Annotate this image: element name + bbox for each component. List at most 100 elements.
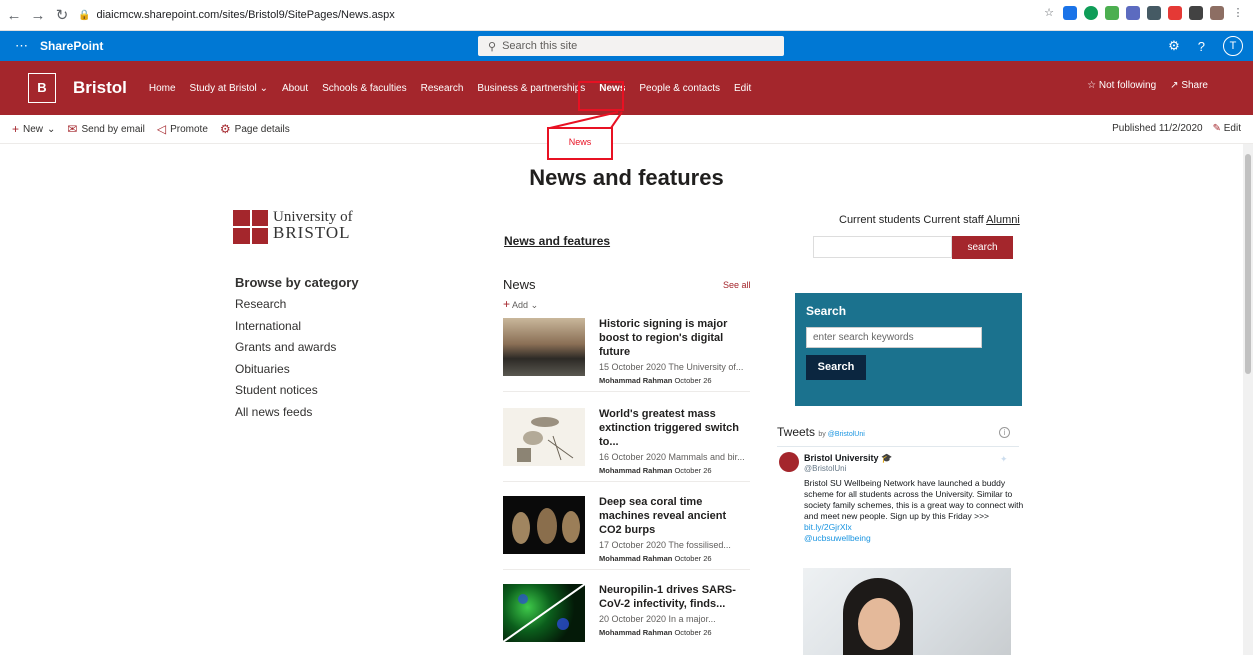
megaphone-icon: ◁ <box>156 122 167 136</box>
category-link[interactable]: All news feeds <box>235 405 336 427</box>
add-news-button[interactable]: + Add ⌄ <box>503 297 538 311</box>
news-item[interactable]: Deep sea coral time machines reveal anci… <box>503 492 750 570</box>
site-name[interactable]: Bristol <box>73 78 127 98</box>
tweets-divider <box>777 446 1019 447</box>
category-link[interactable]: Student notices <box>235 383 336 405</box>
tweets-heading: Tweets by @BristolUni <box>777 425 865 439</box>
extension-icon[interactable] <box>1147 6 1161 20</box>
nav-people-contacts[interactable]: People & contacts <box>639 83 720 94</box>
tweet-author-handle[interactable]: @BristolUni <box>804 464 846 473</box>
app-launcher-icon[interactable]: ⋯ <box>6 38 36 54</box>
nav-home[interactable]: Home <box>149 83 176 94</box>
forward-icon[interactable]: → <box>28 7 48 24</box>
plus-icon: + <box>503 297 511 311</box>
twitter-bird-icon[interactable]: ✦ <box>1000 454 1008 465</box>
category-link[interactable]: Research <box>235 297 336 319</box>
url-text: diaicmcw.sharepoint.com/sites/Bristol9/S… <box>96 9 395 21</box>
news-body: Historic signing is major boost to regio… <box>599 317 750 385</box>
plus-icon: + <box>12 122 20 136</box>
back-icon[interactable]: ← <box>4 7 24 24</box>
follow-button[interactable]: ☆ Not following <box>1087 80 1156 91</box>
tweet-photo[interactable] <box>803 568 1011 655</box>
tweet-author-name[interactable]: Bristol University 🎓 <box>804 453 892 464</box>
nav-about[interactable]: About <box>282 83 308 94</box>
tweets-handle-link[interactable]: @BristolUni <box>828 431 865 438</box>
edit-page-button[interactable]: ✎ Edit <box>1213 123 1241 134</box>
category-link[interactable]: International <box>235 319 336 341</box>
user-avatar[interactable]: T <box>1223 36 1243 56</box>
tweet-name-text: Bristol University <box>804 453 879 463</box>
share-button[interactable]: ↗ Share <box>1170 80 1208 91</box>
nav-study-at-bristol[interactable]: Study at Bristol ⌄ <box>190 83 268 94</box>
news-author: Mohammad Rahman October 26 <box>599 554 750 563</box>
news-date: October 26 <box>674 554 712 563</box>
extension-icon[interactable] <box>1063 6 1077 20</box>
news-features-link[interactable]: News and features <box>504 234 610 248</box>
audience-students-link[interactable]: Current students <box>839 214 920 226</box>
news-title[interactable]: World's greatest mass extinction trigger… <box>599 407 750 449</box>
news-date: October 26 <box>674 628 712 637</box>
page-details-button[interactable]: ⚙ Page details <box>220 122 290 136</box>
author-name: Mohammad Rahman <box>599 466 673 475</box>
coral-photo-icon <box>512 508 580 544</box>
keyword-search-input[interactable]: enter search keywords <box>806 327 982 348</box>
news-item[interactable]: World's greatest mass extinction trigger… <box>503 404 750 482</box>
news-title[interactable]: Historic signing is major boost to regio… <box>599 317 750 359</box>
news-title[interactable]: Neuropilin-1 drives SARS-CoV-2 infectivi… <box>599 583 750 611</box>
new-button[interactable]: + New ⌄ <box>12 122 55 136</box>
site-navigation: Home Study at Bristol ⌄ About Schools & … <box>149 83 765 94</box>
bookmark-star-icon[interactable]: ☆ <box>1042 6 1056 20</box>
news-item[interactable]: Neuropilin-1 drives SARS-CoV-2 infectivi… <box>503 580 750 655</box>
promote-button[interactable]: ◁ Promote <box>157 122 208 136</box>
news-date: October 26 <box>674 376 712 385</box>
tweet-link[interactable]: bit.ly/2GjrXlx <box>804 522 852 532</box>
share-label: Share <box>1181 80 1208 91</box>
send-by-email-button[interactable]: ✉ Send by email <box>67 122 144 136</box>
keyword-search-button[interactable]: Search <box>806 355 866 380</box>
search-placeholder: Search this site <box>502 40 578 52</box>
extension-icon[interactable] <box>1084 6 1098 20</box>
chevron-down-icon: ⌄ <box>530 300 539 310</box>
scrollbar-thumb[interactable] <box>1245 154 1251 374</box>
app-name[interactable]: SharePoint <box>40 39 103 53</box>
news-body: Deep sea coral time machines reveal anci… <box>599 495 750 563</box>
puzzle-icon[interactable] <box>1189 6 1203 20</box>
nav-business-partnerships[interactable]: Business & partnerships <box>477 83 585 94</box>
address-bar[interactable]: 🔒 diaicmcw.sharepoint.com/sites/Bristol9… <box>78 4 1088 26</box>
tweet-text: Bristol SU Wellbeing Network have launch… <box>804 478 1026 544</box>
category-link[interactable]: Obituaries <box>235 362 336 384</box>
menu-dots-icon[interactable]: ⋮ <box>1231 6 1245 20</box>
chevron-down-icon: ⌄ <box>47 123 56 135</box>
browse-category-heading: Browse by category <box>235 275 359 290</box>
extension-icon[interactable] <box>1105 6 1119 20</box>
extension-icon[interactable] <box>1126 6 1140 20</box>
tweet-author-avatar[interactable] <box>779 452 799 472</box>
info-icon[interactable]: i <box>999 427 1010 438</box>
audience-staff-link[interactable]: Current staff <box>923 214 983 226</box>
audience-alumni-link[interactable]: Alumni <box>986 214 1020 226</box>
tweet-mention-link[interactable]: @ucbsuwellbeing <box>804 533 871 543</box>
crest-icon <box>233 210 268 244</box>
site-logo[interactable]: B <box>28 73 56 103</box>
see-all-link[interactable]: See all <box>723 280 751 290</box>
extension-icon[interactable] <box>1168 6 1182 20</box>
category-link[interactable]: Grants and awards <box>235 340 336 362</box>
help-icon[interactable]: ? <box>1198 39 1205 54</box>
site-search-box[interactable]: ⚲ Search this site <box>478 36 784 56</box>
follow-label: Not following <box>1098 80 1157 91</box>
site-header-actions: ☆ Not following ↗ Share <box>1087 80 1208 91</box>
settings-gear-icon[interactable]: ⚙ <box>1168 38 1180 54</box>
nav-edit[interactable]: Edit <box>734 83 751 94</box>
profile-icon[interactable] <box>1210 6 1224 20</box>
nav-schools-faculties[interactable]: Schools & faculties <box>322 83 407 94</box>
uob-search-input[interactable] <box>813 236 952 258</box>
news-title[interactable]: Deep sea coral time machines reveal anci… <box>599 495 750 537</box>
nav-research[interactable]: Research <box>421 83 464 94</box>
news-item[interactable]: Historic signing is major boost to regio… <box>503 314 750 392</box>
reload-icon[interactable]: ↻ <box>52 6 72 24</box>
news-snippet: 16 October 2020 Mammals and bir... <box>599 452 745 462</box>
page-scrollbar[interactable] <box>1243 144 1253 655</box>
uob-search-button[interactable]: search <box>952 236 1013 259</box>
university-logo[interactable]: University of BRISTOL <box>233 210 353 244</box>
search-panel: Search enter search keywords Search <box>795 293 1022 406</box>
